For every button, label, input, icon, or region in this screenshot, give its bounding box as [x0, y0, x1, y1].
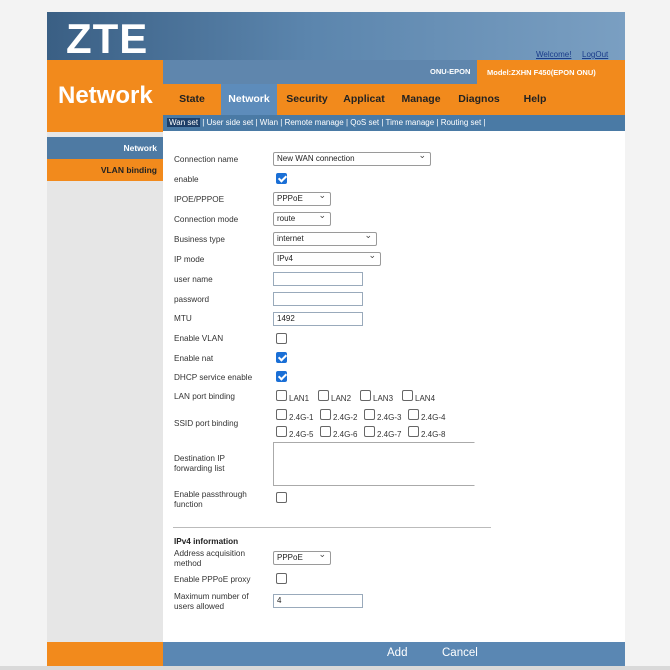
max-users-label-line1: Maximum number of [174, 592, 249, 601]
ipv4-section-title: IPv4 information [174, 537, 239, 546]
business-type-label: Business type [174, 235, 225, 244]
addr-method-select[interactable]: PPPoE [273, 549, 331, 565]
lan2-label: LAN2 [331, 394, 352, 403]
ssid-2g5-label: 2.4G-5 [289, 430, 314, 439]
add-button[interactable]: Add [387, 647, 407, 659]
ssid-2g2-checkbox[interactable] [320, 409, 331, 420]
subnav-routing-set[interactable]: Routing set [441, 118, 481, 127]
user-name-input[interactable] [273, 272, 363, 286]
ip-mode-select[interactable]: IPv4 [273, 250, 381, 266]
ssid-2g6-checkbox[interactable] [320, 426, 331, 437]
ssid-2g3-checkbox[interactable] [364, 409, 375, 420]
logout-link[interactable]: LogOut [582, 50, 608, 59]
model-label: Model:ZXHN F450(EPON ONU) [477, 60, 625, 84]
passthrough-label-line2: function [174, 500, 203, 509]
lan1-label: LAN1 [289, 394, 310, 403]
sub-navigation: Wan set | User side set | Wlan | Remote … [163, 115, 625, 131]
connection-mode-select[interactable]: route [273, 210, 331, 226]
bottom-strip [0, 666, 670, 670]
onu-type-label: ONU-EPON [430, 67, 471, 76]
enable-label: enable [174, 175, 199, 184]
max-users-input[interactable]: 4 [273, 594, 363, 608]
tab-applicat[interactable]: Applicat [337, 84, 391, 115]
section-divider [173, 527, 491, 528]
lan1-checkbox[interactable] [276, 390, 287, 401]
ssid-2g4-label: 2.4G-4 [421, 413, 446, 422]
ssid-2g1-checkbox[interactable] [276, 409, 287, 420]
enable-vlan-checkbox[interactable] [276, 333, 287, 344]
lan4-label: LAN4 [415, 394, 436, 403]
zte-logo: ZTE [66, 15, 149, 62]
ipoe-pppoe-select[interactable]: PPPoE [273, 190, 331, 206]
business-type-select[interactable]: internet [273, 230, 377, 246]
dhcp-label: DHCP service enable [174, 373, 253, 382]
addr-method-label-line2: method [174, 559, 202, 568]
password-label: password [174, 295, 210, 304]
mtu-input[interactable]: 1492 [273, 312, 363, 326]
passthrough-checkbox[interactable] [276, 492, 287, 503]
sidebar-item-vlan-binding[interactable]: VLAN binding [47, 159, 163, 181]
ssid-2g8-label: 2.4G-8 [421, 430, 446, 439]
password-input[interactable] [273, 292, 363, 306]
enable-checkbox[interactable] [276, 173, 287, 184]
tab-manage[interactable]: Manage [395, 84, 447, 115]
ssid-2g8-checkbox[interactable] [408, 426, 419, 437]
screen: ZTE Welcome! LogOut Network ONU-EPON Mod… [0, 0, 670, 670]
ssid-2g1-label: 2.4G-1 [289, 413, 314, 422]
connection-name-label: Connection name [174, 155, 239, 164]
lan2-checkbox[interactable] [318, 390, 329, 401]
dhcp-checkbox[interactable] [276, 371, 287, 382]
ssid-2g3-label: 2.4G-3 [377, 413, 402, 422]
max-users-label-line2: users allowed [174, 602, 225, 611]
tab-security[interactable]: Security [281, 84, 333, 115]
subnav-wlan[interactable]: Wlan [260, 118, 278, 127]
dest-ip-label-line1: Destination IP [174, 454, 225, 463]
lan3-checkbox[interactable] [360, 390, 371, 401]
addr-method-label-line1: Address acquisition [174, 549, 245, 558]
subnav-remote-manage[interactable]: Remote manage [285, 118, 344, 127]
content-panel [163, 132, 625, 642]
passthrough-label-line1: Enable passthrough [174, 490, 247, 499]
welcome-link[interactable]: Welcome! [536, 50, 571, 59]
dest-ip-label-line2: forwarding list [174, 464, 225, 473]
user-name-label: user name [174, 275, 213, 284]
enable-nat-label: Enable nat [174, 354, 214, 363]
subnav-wan-set[interactable]: Wan set [167, 118, 201, 127]
sidebar [47, 132, 163, 642]
connection-mode-label: Connection mode [174, 215, 239, 224]
subnav-qos-set[interactable]: QoS set [350, 118, 379, 127]
tab-state[interactable]: State [167, 84, 217, 115]
mtu-label: MTU [174, 314, 192, 323]
ipoe-pppoe-label: IPOE/PPPOE [174, 195, 225, 204]
subnav-time-manage[interactable]: Time manage [386, 118, 435, 127]
subnav-user-side-set[interactable]: User side set [207, 118, 254, 127]
dest-ip-textarea[interactable] [273, 442, 475, 486]
ip-mode-label: IP mode [174, 255, 205, 264]
tab-help[interactable]: Help [511, 84, 559, 115]
enable-vlan-label: Enable VLAN [174, 334, 224, 343]
lan4-checkbox[interactable] [402, 390, 413, 401]
cancel-button[interactable]: Cancel [442, 647, 478, 659]
section-title: Network [58, 82, 153, 109]
tab-network[interactable]: Network [221, 84, 277, 115]
pppoe-proxy-label: Enable PPPoE proxy [174, 575, 251, 584]
ssid-2g4-checkbox[interactable] [408, 409, 419, 420]
ssid-2g7-label: 2.4G-7 [377, 430, 402, 439]
sidebar-item-network[interactable]: Network [47, 137, 163, 159]
lan-binding-label: LAN port binding [174, 392, 235, 401]
ssid-2g2-label: 2.4G-2 [333, 413, 358, 422]
ssid-2g7-checkbox[interactable] [364, 426, 375, 437]
pppoe-proxy-checkbox[interactable] [276, 573, 287, 584]
ssid-2g5-checkbox[interactable] [276, 426, 287, 437]
lan3-label: LAN3 [373, 394, 394, 403]
ssid-2g6-label: 2.4G-6 [333, 430, 358, 439]
connection-name-select[interactable]: New WAN connection [273, 150, 431, 166]
ssid-binding-label: SSID port binding [174, 419, 239, 428]
tab-diagnos[interactable]: Diagnos [451, 84, 507, 115]
enable-nat-checkbox[interactable] [276, 352, 287, 363]
